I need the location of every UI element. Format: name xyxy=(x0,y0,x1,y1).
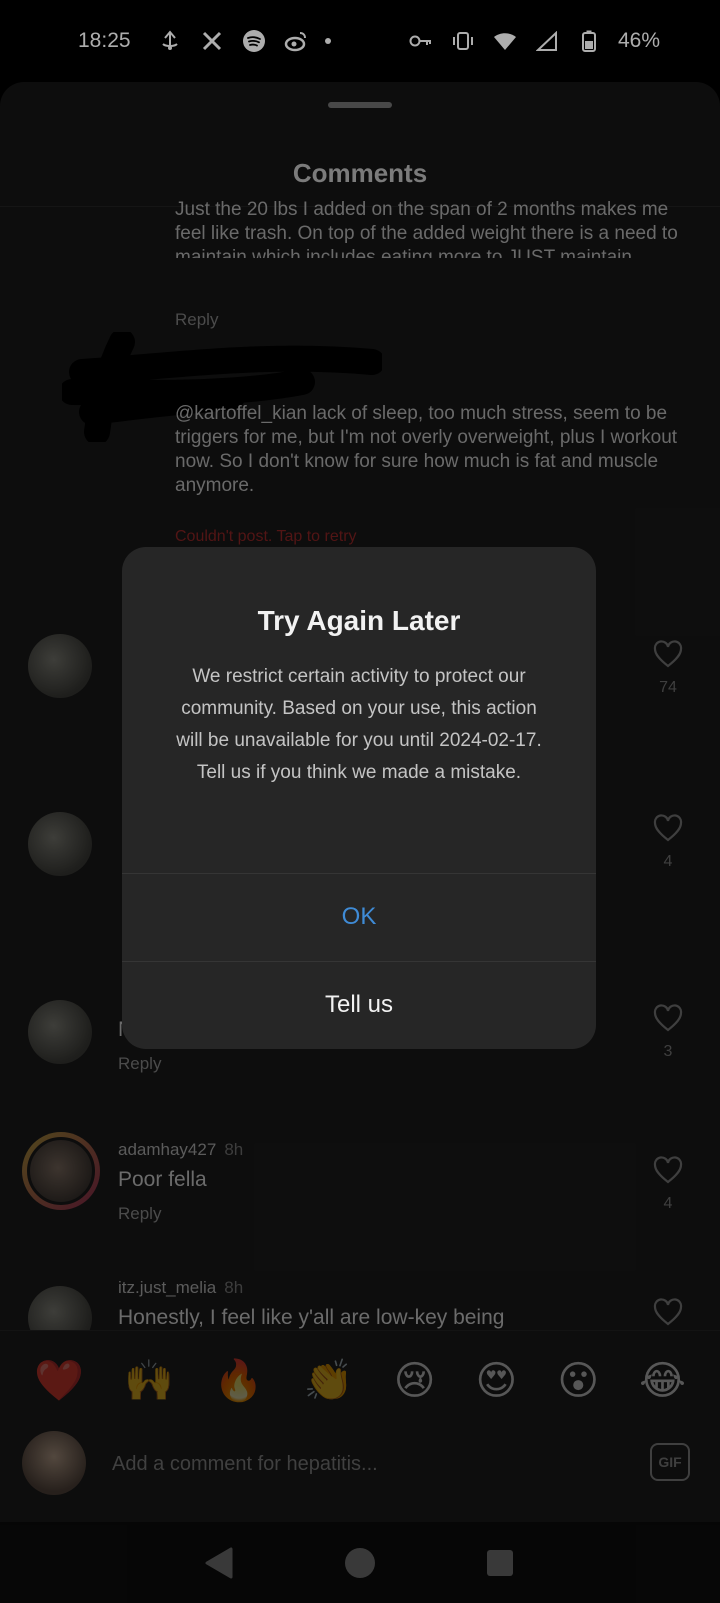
like-count: 4 xyxy=(663,853,673,870)
comment-text: Poor fella xyxy=(118,1168,207,1191)
vibrate-icon xyxy=(450,28,476,54)
comment-input[interactable] xyxy=(112,1447,612,1481)
wifi-icon xyxy=(492,28,518,54)
emoji-heart[interactable]: ❤️ xyxy=(34,1361,84,1401)
ok-button[interactable]: OK xyxy=(122,873,596,961)
like-count: 3 xyxy=(663,1043,673,1060)
system-nav-bar xyxy=(0,1522,720,1603)
heart-icon xyxy=(653,814,683,842)
avatar[interactable] xyxy=(28,812,92,876)
spotify-icon xyxy=(241,28,267,54)
status-right: 46% xyxy=(408,28,660,54)
comment-text: Honestly, I feel like y'all are low-key … xyxy=(118,1306,505,1329)
like-button[interactable]: 4 xyxy=(650,1156,686,1213)
status-time: 18:25 xyxy=(78,29,131,52)
comment-input-bar: GIF xyxy=(0,1425,720,1523)
heart-icon xyxy=(653,1298,683,1326)
usb-debug-icon xyxy=(157,28,183,54)
avatar[interactable] xyxy=(28,634,92,698)
like-button[interactable]: 74 xyxy=(650,640,686,697)
emoji-heart-eyes[interactable]: 😍 xyxy=(476,1361,518,1401)
partial-comment-text: Just the 20 lbs I added on the span of 2… xyxy=(175,199,678,258)
drag-handle[interactable] xyxy=(328,102,392,108)
comment-time: 8h xyxy=(224,1140,244,1159)
heart-icon xyxy=(653,1004,683,1032)
tell-us-button[interactable]: Tell us xyxy=(122,961,596,1049)
comment-body: adamhay427 8h Poor fella Reply xyxy=(118,1140,243,1224)
weibo-icon xyxy=(283,28,309,54)
like-count: 4 xyxy=(663,1195,673,1212)
home-circle-icon xyxy=(345,1547,375,1578)
avatar-story-ring[interactable] xyxy=(22,1132,100,1210)
sheet-title: Comments xyxy=(292,158,428,188)
avatar[interactable] xyxy=(28,1000,92,1064)
user-avatar xyxy=(22,1431,86,1495)
try-again-dialog: Try Again Later We restrict certain acti… xyxy=(122,547,596,1049)
home-button[interactable] xyxy=(340,1543,380,1583)
emoji-fire[interactable]: 🔥 xyxy=(214,1361,264,1401)
notification-dot xyxy=(324,38,331,44)
emoji-clap[interactable]: 👏 xyxy=(304,1361,354,1401)
vpn-key-icon xyxy=(408,28,434,54)
emoji-quick-bar: ❤️ 🙌 🔥 👏 😢 😍 😮 😂 xyxy=(0,1330,720,1430)
gif-button[interactable]: GIF xyxy=(650,1443,690,1481)
battery-icon xyxy=(576,28,602,54)
back-triangle-icon xyxy=(205,1547,233,1578)
comment-time: 8h xyxy=(224,1278,244,1297)
comment-body: itz.just_melia 8h Honestly, I feel like y… xyxy=(118,1278,504,1330)
status-left: 18:25 xyxy=(78,28,331,54)
emoji-raised-hands[interactable]: 🙌 xyxy=(124,1361,174,1401)
reply-button[interactable]: Reply xyxy=(175,310,695,330)
back-button[interactable] xyxy=(200,1543,240,1583)
emoji-laughing[interactable]: 😂 xyxy=(639,1361,686,1401)
post-error-retry[interactable]: Couldn't post. Tap to retry xyxy=(175,528,695,546)
emoji-crying[interactable]: 😢 xyxy=(394,1361,436,1401)
signal-icon xyxy=(534,28,560,54)
emoji-surprised[interactable]: 😮 xyxy=(557,1361,599,1401)
battery-percent: 46% xyxy=(617,29,660,52)
comment-username[interactable]: itz.just_melia 8h xyxy=(118,1278,504,1298)
heart-icon xyxy=(653,640,683,668)
reply-button[interactable]: Reply xyxy=(118,1204,243,1224)
reply-button[interactable]: Reply xyxy=(118,1054,161,1074)
pending-comment-text: @kartoffel_kian lack of sleep, too much … xyxy=(175,403,678,496)
x-icon xyxy=(199,28,225,54)
dialog-message: We restrict certain activity to protect … xyxy=(176,666,542,783)
dialog-title: Try Again Later xyxy=(257,605,461,636)
comment-username[interactable]: adamhay427 8h xyxy=(118,1140,243,1160)
like-button[interactable]: 3 xyxy=(650,1004,686,1061)
status-bar: 18:25 46% xyxy=(0,0,720,82)
recents-square-icon xyxy=(487,1549,513,1576)
heart-icon xyxy=(653,1156,683,1184)
like-button[interactable]: 4 xyxy=(650,814,686,871)
like-button[interactable] xyxy=(650,1298,686,1331)
like-count: 74 xyxy=(659,679,677,696)
recents-button[interactable] xyxy=(480,1543,520,1583)
